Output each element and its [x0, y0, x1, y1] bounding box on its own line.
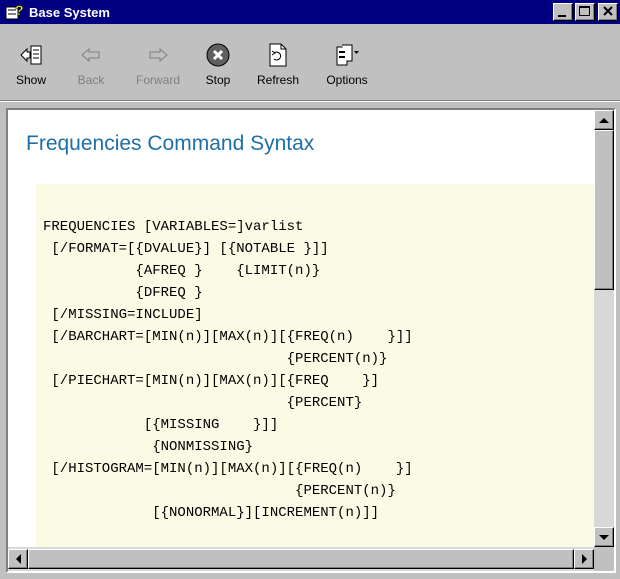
code-line: [{MISSING }]] [43, 417, 279, 433]
vertical-scroll-thumb[interactable] [594, 130, 614, 290]
code-line: [/MISSING=INCLUDE] [43, 307, 203, 323]
forward-arrow-icon [147, 46, 169, 67]
vertical-scrollbar[interactable] [594, 110, 614, 547]
scroll-down-icon [599, 534, 609, 540]
forward-label: Forward [135, 73, 180, 87]
help-content: Frequencies Command Syntax FREQUENCIES [… [8, 110, 594, 547]
help-book-icon: ? [4, 2, 24, 21]
minimize-icon [558, 15, 566, 17]
stop-button[interactable]: Stop [198, 43, 238, 87]
svg-text:?: ? [15, 3, 24, 18]
page-title: Frequencies Command Syntax [26, 132, 315, 155]
show-pane-icon [19, 44, 43, 69]
refresh-label: Refresh [256, 73, 300, 87]
window-title: Base System [29, 4, 110, 20]
code-line: FREQUENCIES [VARIABLES=]varlist [43, 219, 304, 235]
minimize-button[interactable] [553, 3, 573, 21]
horizontal-scrollbar[interactable] [8, 547, 594, 571]
code-line: {DFREQ } [43, 285, 203, 301]
options-button[interactable]: Options [316, 43, 378, 87]
options-icon [334, 43, 360, 70]
stop-icon [205, 42, 231, 71]
close-button[interactable] [598, 3, 618, 21]
toolbar: Show Back Forward Stop Refresh Options [0, 25, 620, 101]
refresh-button[interactable]: Refresh [250, 43, 306, 87]
syntax-box: FREQUENCIES [VARIABLES=]varlist [/FORMAT… [36, 184, 594, 547]
toolbar-divider [0, 100, 620, 102]
scroll-up-button[interactable] [594, 110, 614, 130]
scroll-left-button[interactable] [8, 549, 28, 569]
options-label: Options [326, 73, 368, 87]
code-line: [/FORMAT=[{DVALUE}] [{NOTABLE }]] [43, 241, 329, 257]
help-window: ? Base System Show Back Forward Stop Ref… [0, 0, 620, 579]
stop-label: Stop [205, 73, 231, 87]
scroll-down-button[interactable] [594, 527, 614, 547]
maximize-icon [579, 6, 590, 16]
horizontal-scroll-thumb[interactable] [28, 549, 574, 569]
title-bar[interactable]: ? Base System [0, 0, 620, 24]
code-line: [/BARCHART=[MIN(n)][MAX(n)][{FREQ(n) }]] [43, 329, 413, 345]
code-line: {NONMISSING} [43, 439, 254, 455]
scroll-left-icon [15, 554, 21, 564]
scroll-right-icon [581, 554, 587, 564]
scroll-up-icon [599, 117, 609, 123]
code-line: [{NONORMAL}][INCREMENT(n)]] [43, 505, 380, 521]
content-frame: Frequencies Command Syntax FREQUENCIES [… [6, 108, 616, 573]
refresh-icon [267, 43, 289, 70]
show-button[interactable]: Show [6, 43, 56, 87]
back-arrow-icon [80, 46, 102, 67]
back-button[interactable]: Back [68, 43, 114, 87]
forward-button[interactable]: Forward [128, 43, 188, 87]
show-label: Show [15, 73, 47, 87]
maximize-button[interactable] [575, 3, 595, 21]
syntax-code: FREQUENCIES [VARIABLES=]varlist [/FORMAT… [43, 216, 413, 524]
code-line: [/HISTOGRAM=[MIN(n)][MAX(n)][{FREQ(n) }] [43, 461, 413, 477]
code-line: {AFREQ } {LIMIT(n)} [43, 263, 321, 279]
code-line: [/PIECHART=[MIN(n)][MAX(n)][{FREQ }] [43, 373, 380, 389]
close-icon [602, 5, 614, 20]
scrollbar-corner [594, 547, 614, 571]
code-line: {PERCENT(n)} [43, 351, 388, 367]
scroll-right-button[interactable] [574, 549, 594, 569]
code-line: {PERCENT} [43, 395, 363, 411]
code-line: {PERCENT(n)} [43, 483, 396, 499]
back-label: Back [77, 73, 105, 87]
